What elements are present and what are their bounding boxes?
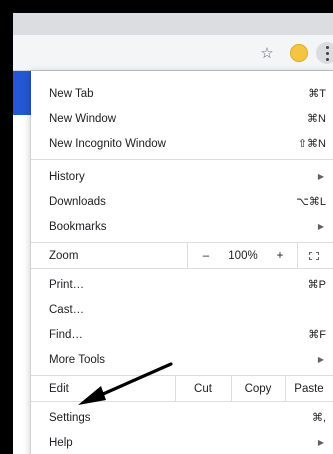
menu-item-shortcut: ⌘T — [308, 88, 326, 100]
menu-item-zoom: Zoom – 100% + — [31, 243, 333, 268]
menu-item-shortcut: ⇧⌘N — [297, 138, 326, 150]
zoom-divider — [187, 243, 188, 268]
menu-item-label: History — [49, 170, 85, 183]
menu-item-label: Downloads — [49, 195, 106, 208]
menu-item-label: Edit — [49, 382, 69, 395]
menu-separator — [31, 401, 333, 402]
browser-toolbar: ☆ — [13, 35, 333, 71]
menu-item-downloads[interactable]: Downloads ⌥⌘L — [31, 189, 333, 214]
menu-item-label: Cast… — [49, 303, 85, 316]
menu-separator — [31, 268, 333, 269]
menu-item-new-tab[interactable]: New Tab ⌘T — [31, 81, 333, 106]
menu-item-new-window[interactable]: New Window ⌘N — [31, 106, 333, 131]
zoom-level: 100% — [228, 249, 258, 262]
copy-button[interactable]: Copy — [231, 376, 285, 401]
menu-item-label: Find… — [49, 328, 83, 341]
submenu-arrow-icon: ▶ — [317, 172, 324, 181]
menu-item-shortcut: ⌘, — [311, 412, 326, 424]
menu-item-label: Zoom — [49, 249, 79, 262]
zoom-divider — [297, 243, 298, 268]
cut-button[interactable]: Cut — [175, 376, 231, 401]
menu-item-label: New Tab — [49, 87, 94, 100]
menu-item-label: Help — [49, 436, 73, 449]
menu-item-edit: Edit Cut Copy Paste — [31, 376, 333, 401]
menu-item-history[interactable]: History ▶ — [31, 164, 333, 189]
menu-item-label: New Window — [49, 112, 117, 125]
menu-item-shortcut: ⌘F — [308, 329, 326, 341]
menu-item-shortcut: ⌘P — [307, 279, 326, 291]
submenu-arrow-icon: ▶ — [317, 222, 324, 231]
menu-item-bookmarks[interactable]: Bookmarks ▶ — [31, 214, 333, 239]
kebab-menu-icon[interactable] — [316, 42, 333, 64]
menu-item-find[interactable]: Find… ⌘F — [31, 322, 333, 347]
menu-item-more-tools[interactable]: More Tools ▶ — [31, 347, 333, 372]
menu-item-help[interactable]: Help ▶ — [31, 430, 333, 454]
menu-item-shortcut: ⌥⌘L — [296, 196, 326, 208]
menu-separator — [31, 159, 333, 160]
submenu-arrow-icon: ▶ — [317, 355, 324, 364]
menu-item-cast[interactable]: Cast… — [31, 297, 333, 322]
menu-item-print[interactable]: Print… ⌘P — [31, 272, 333, 297]
chrome-main-menu: New Tab ⌘T New Window ⌘N New Incognito W… — [31, 71, 333, 454]
menu-item-label: Bookmarks — [49, 220, 107, 233]
menu-item-label: More Tools — [49, 353, 106, 366]
menu-item-label: Settings — [49, 411, 91, 424]
avatar[interactable] — [290, 44, 308, 62]
tab-strip — [13, 13, 333, 35]
menu-item-label: New Incognito Window — [49, 137, 166, 150]
zoom-in-button[interactable]: + — [269, 243, 291, 268]
browser-window: ☆ New Tab ⌘T New Window ⌘N New Incognito… — [13, 13, 333, 454]
star-icon[interactable]: ☆ — [257, 42, 277, 64]
fullscreen-icon[interactable] — [303, 243, 325, 268]
submenu-arrow-icon: ▶ — [317, 438, 324, 447]
menu-item-label: Print… — [49, 278, 85, 291]
menu-item-new-incognito-window[interactable]: New Incognito Window ⇧⌘N — [31, 131, 333, 156]
menu-item-shortcut: ⌘N — [307, 113, 326, 125]
paste-button[interactable]: Paste — [285, 376, 333, 401]
zoom-out-button[interactable]: – — [195, 243, 217, 268]
menu-item-settings[interactable]: Settings ⌘, — [31, 405, 333, 430]
